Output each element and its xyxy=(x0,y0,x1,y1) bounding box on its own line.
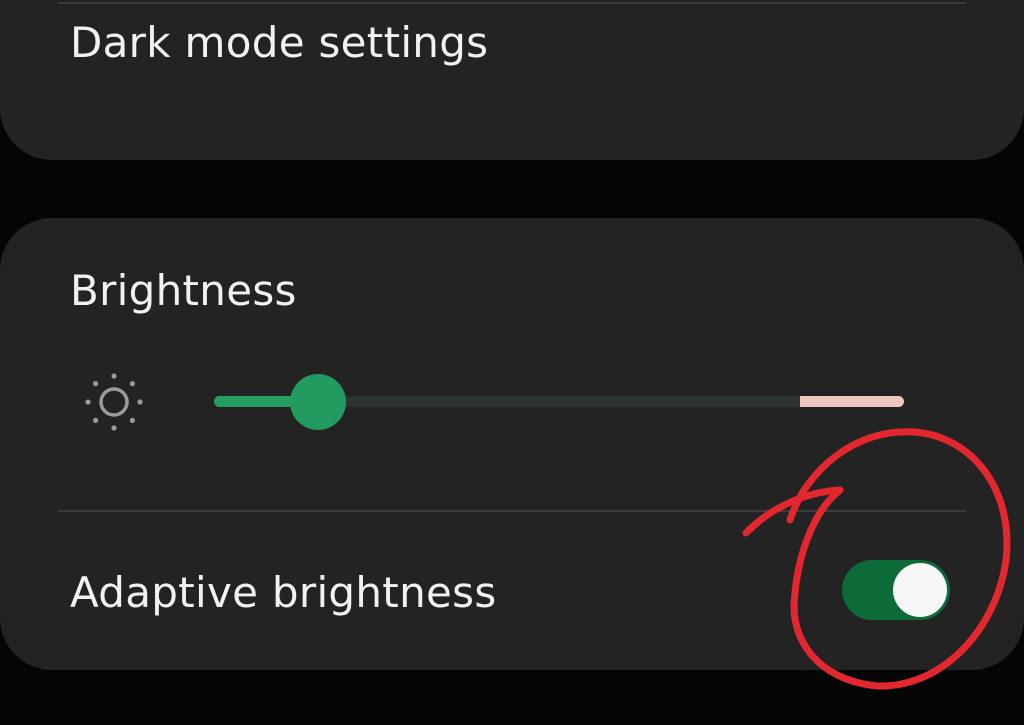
brightness-slider-thumb[interactable] xyxy=(289,374,346,430)
brightness-slider-limit xyxy=(800,396,904,407)
brightness-title: Brightness xyxy=(70,266,297,315)
sun-icon xyxy=(85,373,143,431)
toggle-knob xyxy=(893,563,947,617)
settings-screen: Dark mode settings Brightness Adaptive b… xyxy=(0,0,1024,725)
dark-mode-settings-label: Dark mode settings xyxy=(70,18,489,67)
divider xyxy=(58,2,966,4)
adaptive-brightness-toggle[interactable] xyxy=(842,560,950,620)
brightness-slider[interactable] xyxy=(214,370,904,434)
brightness-card: Brightness Adaptive brightness xyxy=(0,218,1024,670)
divider xyxy=(58,510,966,512)
adaptive-brightness-label: Adaptive brightness xyxy=(70,568,497,617)
dark-mode-card[interactable]: Dark mode settings xyxy=(0,0,1024,160)
